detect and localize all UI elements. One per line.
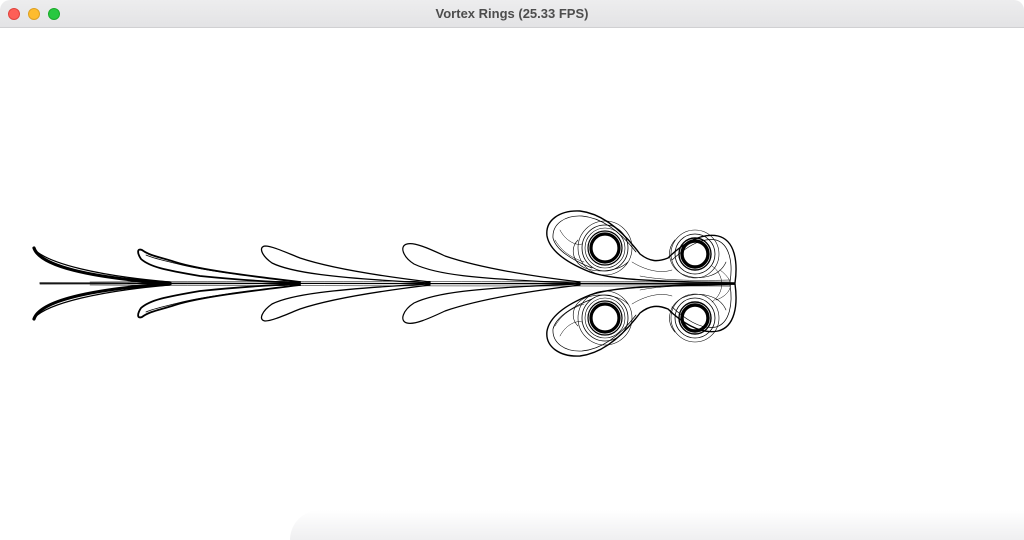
title-bar[interactable]: Vortex Rings (25.33 FPS) xyxy=(0,0,1024,28)
vortex-visualization xyxy=(32,210,737,357)
vortex-core-upper-left xyxy=(572,220,633,276)
simulation-canvas xyxy=(0,28,1024,540)
window-title: Vortex Rings (25.33 FPS) xyxy=(435,6,589,21)
window-bottom-shadow xyxy=(290,510,1024,540)
app-window: Vortex Rings (25.33 FPS) xyxy=(0,0,1024,540)
